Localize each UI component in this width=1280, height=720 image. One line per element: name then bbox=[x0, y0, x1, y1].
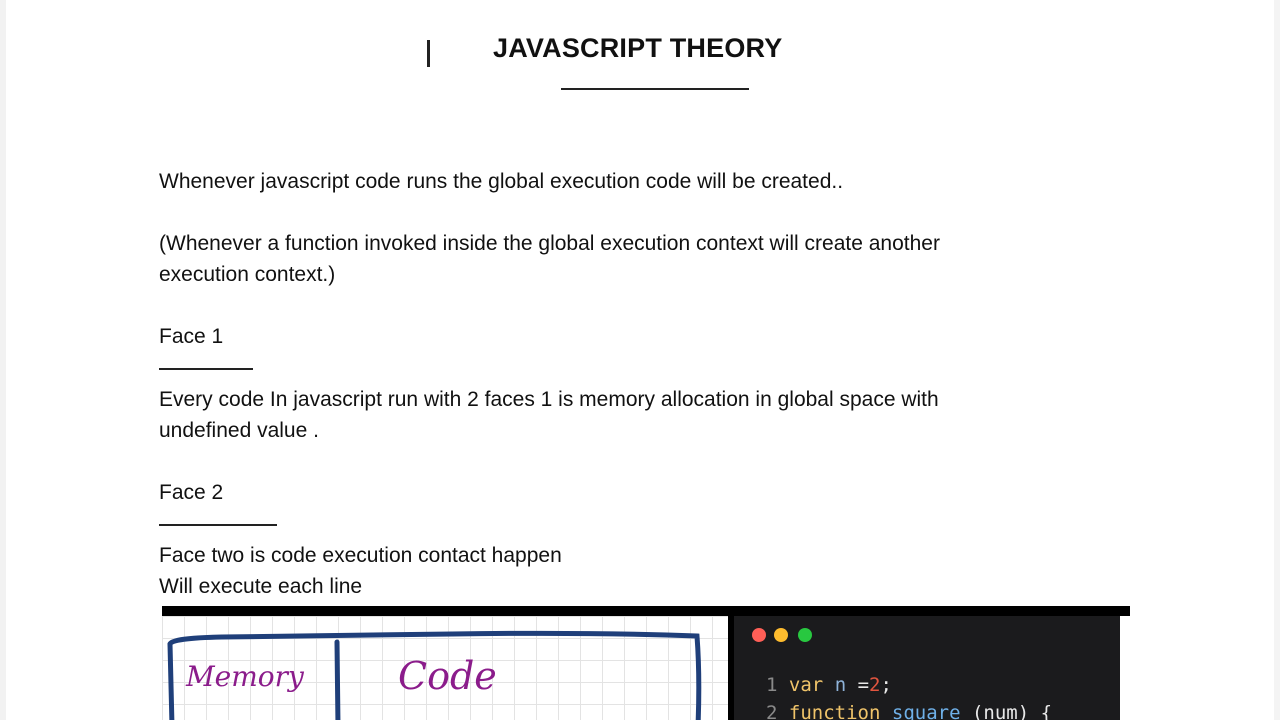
right-page-edge bbox=[1274, 0, 1280, 720]
semicolon: ; bbox=[880, 674, 892, 696]
function-name: square bbox=[891, 702, 961, 720]
left-page-edge bbox=[0, 0, 6, 720]
face1-rule bbox=[159, 368, 253, 370]
number-literal: 2 bbox=[869, 674, 881, 696]
intro-paragraph: Whenever javascript code runs the global… bbox=[159, 170, 844, 193]
maximize-dot-icon bbox=[798, 628, 812, 642]
whiteboard-diagram: Memory Code bbox=[162, 616, 728, 720]
face1-heading: Face 1 bbox=[159, 325, 224, 348]
identifier: n bbox=[834, 674, 847, 696]
note-line-1: (Whenever a function invoked inside the … bbox=[159, 232, 940, 255]
text-cursor bbox=[427, 40, 430, 67]
execution-context-image: Memory Code 1 var n =2; 2 function squar… bbox=[162, 606, 1130, 720]
memory-label: Memory bbox=[186, 660, 304, 693]
image-right-margin bbox=[1120, 616, 1130, 720]
minimize-dot-icon bbox=[774, 628, 788, 642]
code-line-2: 2 function square (num) { bbox=[766, 702, 1052, 720]
face1-line-2: undefined value . bbox=[159, 419, 319, 442]
face2-rule bbox=[159, 524, 277, 526]
code-line-1: 1 var n =2; bbox=[766, 674, 892, 696]
face2-line-1: Face two is code execution contact happe… bbox=[159, 544, 562, 567]
operator: = bbox=[846, 674, 870, 696]
page-title: JAVASCRIPT THEORY bbox=[493, 33, 783, 63]
code-editor-window: 1 var n =2; 2 function square (num) { bbox=[734, 616, 1120, 720]
keyword: var bbox=[788, 674, 824, 696]
line-number: 1 bbox=[766, 674, 778, 696]
parameters: (num) { bbox=[971, 702, 1053, 720]
face2-line-2: Will execute each line bbox=[159, 575, 363, 598]
face2-heading: Face 2 bbox=[159, 481, 224, 504]
close-dot-icon bbox=[752, 628, 766, 642]
line-number: 2 bbox=[766, 702, 778, 720]
keyword: function bbox=[788, 702, 881, 720]
face1-line-1: Every code In javascript run with 2 face… bbox=[159, 388, 939, 411]
code-label: Code bbox=[398, 654, 497, 698]
note-line-2: execution context.) bbox=[159, 263, 336, 286]
title-underline bbox=[561, 88, 749, 90]
